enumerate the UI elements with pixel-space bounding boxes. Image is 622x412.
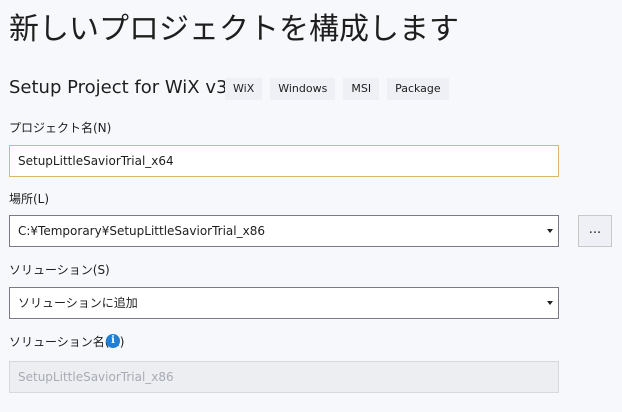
chevron-down-icon[interactable] [547,229,553,233]
tag-msi: MSI [343,78,380,100]
solution-dropdown[interactable]: ソリューションに追加 [9,287,559,319]
tag-windows: Windows [270,78,336,100]
page-title: 新しいプロジェクトを構成します [9,12,459,47]
chevron-down-icon[interactable] [547,301,553,305]
tag-wix: WiX [225,78,263,100]
solution-name-input: SetupLittleSaviorTrial_x86 [9,361,559,393]
location-label: 場所(L) [9,192,50,206]
tag-package: Package [387,78,449,100]
location-combobox[interactable]: C:¥Temporary¥SetupLittleSaviorTrial_x86 [9,215,559,247]
solution-label: ソリューション(S) [9,263,110,277]
project-name-input[interactable]: SetupLittleSaviorTrial_x64 [9,145,559,177]
location-value: C:¥Temporary¥SetupLittleSaviorTrial_x86 [18,224,265,238]
template-name: Setup Project for WiX v3 [9,77,228,98]
browse-button[interactable]: ... [578,215,612,247]
template-tags: WiX Windows MSI Package [225,78,449,100]
info-icon[interactable]: i [106,334,120,348]
solution-value: ソリューションに追加 [18,296,138,310]
project-name-label: プロジェクト名(N) [9,121,112,135]
